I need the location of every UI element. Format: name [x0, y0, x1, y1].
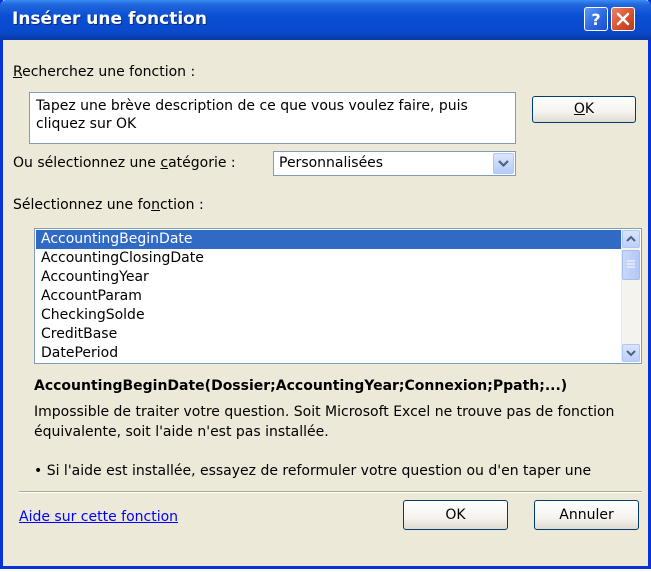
function-list-item[interactable]: AccountParam — [36, 287, 622, 306]
search-go-label: K — [584, 101, 595, 117]
function-list-item[interactable]: CheckingSolde — [36, 306, 622, 325]
separator — [19, 491, 642, 493]
category-label-prefix: Ou sélectionnez une — [13, 155, 161, 171]
title-bar[interactable]: Insérer une fonction ? — [0, 0, 651, 40]
search-label-text: echerchez une fonction : — [22, 64, 196, 80]
search-go-accesskey: O — [573, 101, 585, 117]
category-label: Ou sélectionnez une catégorie : — [13, 155, 236, 171]
cancel-button[interactable]: Annuler — [534, 500, 639, 530]
search-input[interactable]: Tapez une brève description de ce que vo… — [29, 92, 516, 144]
search-label-accesskey: R — [13, 64, 23, 80]
function-signature: AccountingBeginDate(Dossier;AccountingYe… — [34, 378, 568, 394]
list-scrollbar[interactable] — [621, 230, 640, 362]
chevron-down-icon — [498, 160, 509, 168]
function-list-item[interactable]: AccountingClosingDate — [36, 249, 622, 268]
function-list-item[interactable]: AccountingYear — [36, 268, 622, 287]
insert-function-dialog: Insérer une fonction ? Recherchez une fo… — [0, 0, 651, 569]
category-select[interactable]: Personnalisées — [273, 151, 516, 176]
functions-label: Sélectionnez une fonction : — [13, 197, 204, 213]
dialog-title: Insérer une fonction — [12, 9, 207, 29]
grip-icon — [627, 260, 635, 268]
functions-label-rest: ction : — [159, 197, 204, 213]
help-button[interactable]: ? — [584, 7, 608, 31]
close-button[interactable] — [611, 7, 635, 31]
arrow-up-icon — [626, 235, 636, 242]
category-dropdown-button[interactable] — [493, 153, 514, 174]
close-icon — [616, 12, 630, 26]
svg-text:?: ? — [591, 10, 600, 29]
scroll-thumb[interactable] — [622, 250, 640, 280]
help-hint: • Si l'aide est installée, essayez de re… — [34, 463, 592, 479]
help-on-function-link[interactable]: Aide sur cette fonction — [19, 509, 178, 525]
function-list-item[interactable]: DatePeriod — [36, 344, 622, 363]
category-label-accesskey: c — [160, 155, 169, 171]
arrow-down-icon — [626, 350, 636, 357]
functions-label-prefix: Sélectionnez une fo — [13, 197, 152, 213]
scroll-up-button[interactable] — [622, 230, 640, 248]
search-label: Recherchez une fonction : — [13, 64, 195, 80]
function-list-item[interactable]: AccountingBeginDate — [36, 230, 622, 249]
category-label-rest: atégorie : — [168, 155, 236, 171]
function-list: AccountingBeginDate AccountingClosingDate… — [36, 230, 622, 363]
search-go-button[interactable]: OK — [532, 96, 636, 123]
scroll-down-button[interactable] — [622, 344, 640, 362]
function-listbox[interactable]: AccountingBeginDate AccountingClosingDate… — [34, 228, 642, 364]
category-selected-value: Personnalisées — [279, 155, 384, 171]
ok-button[interactable]: OK — [403, 500, 508, 530]
function-list-item[interactable]: CreditBase — [36, 325, 622, 344]
functions-label-accesskey: n — [151, 197, 160, 213]
help-icon: ? — [591, 10, 600, 29]
function-description: Impossible de traiter votre question. So… — [34, 404, 615, 440]
